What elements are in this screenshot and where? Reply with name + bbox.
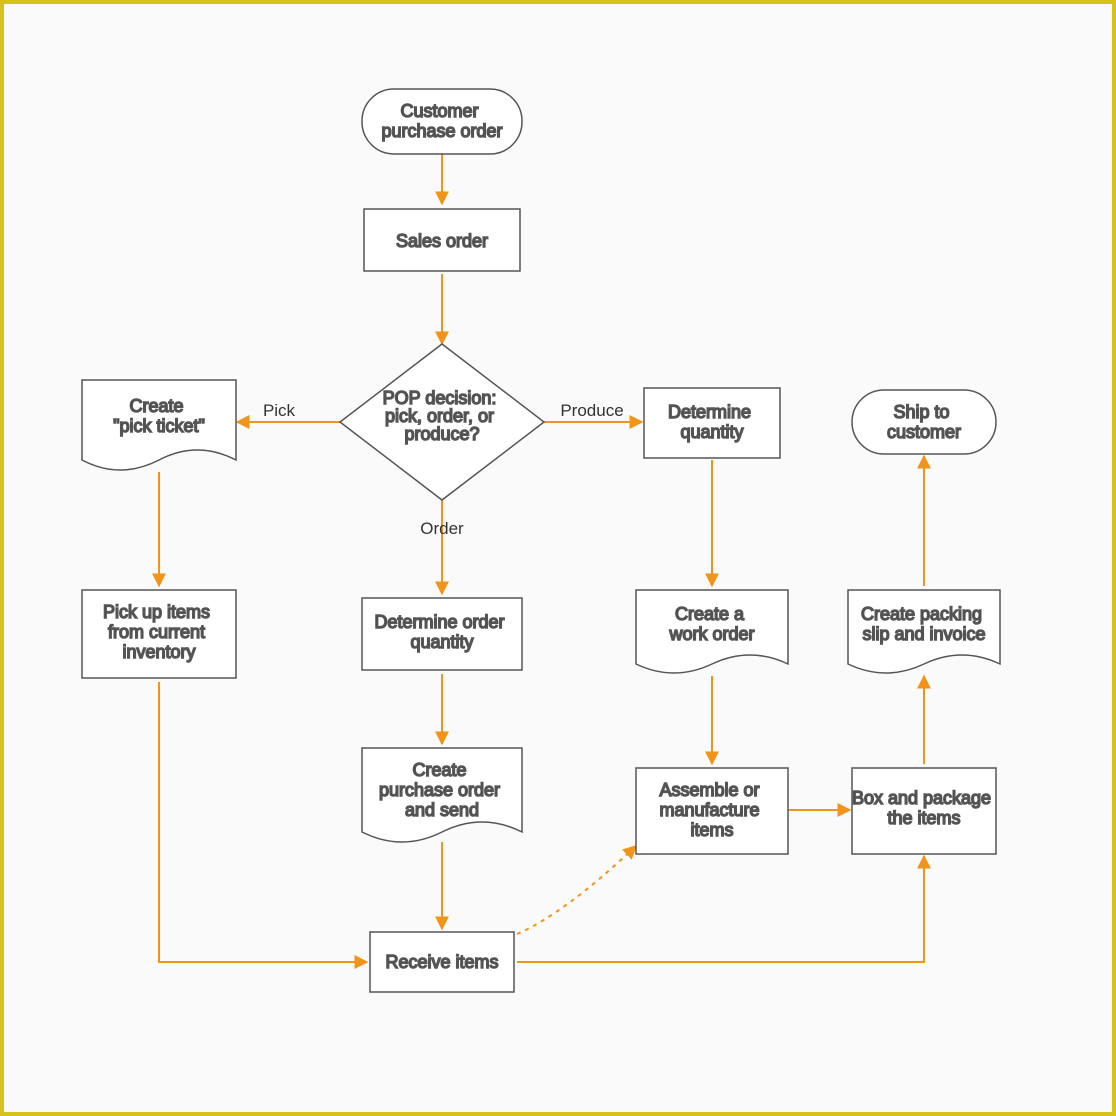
node-sales-order: Sales order <box>364 209 520 271</box>
node-box: Box and package the items <box>852 768 996 854</box>
node-ship: Ship to customer <box>852 390 996 454</box>
svg-text:Determine quantity: Determine quantity <box>668 402 756 442</box>
diagram-frame: Pick Order Produce Customer purchase ord… <box>0 0 1116 1116</box>
edge-label-pick: Pick <box>263 401 296 420</box>
flowchart-svg: Pick Order Produce Customer purchase ord… <box>4 4 1112 1112</box>
edge-receive-to-assemble-dotted <box>517 846 636 934</box>
svg-text:Sales order: Sales order <box>396 231 488 251</box>
node-det-order-qty: Determine order quantity <box>362 598 522 670</box>
edge-label-produce: Produce <box>560 401 623 420</box>
svg-text:Receive items: Receive items <box>385 952 498 972</box>
node-create-pick: Create "pick ticket" <box>82 380 236 470</box>
svg-text:Create packing slip an: Create packing slip and invoice <box>861 604 987 644</box>
edge-receive-to-box <box>517 856 924 962</box>
node-assemble: Assemble or manufacture items <box>636 768 788 854</box>
edge-label-order: Order <box>420 519 464 538</box>
node-det-qty: Determine quantity <box>644 388 780 458</box>
svg-text:Create a work order: Create a work order <box>668 604 754 644</box>
svg-text:Ship to customer: Ship to customer <box>887 402 961 442</box>
node-packing-slip: Create packing slip and invoice <box>848 590 1000 673</box>
node-work-order: Create a work order <box>636 590 788 673</box>
node-start: Customer purchase order <box>362 89 522 154</box>
edges <box>159 154 924 962</box>
nodes: Customer purchase order Sales order POP … <box>82 89 1000 992</box>
node-decision: POP decision: pick, order, or produce? <box>340 344 544 500</box>
node-pickup: Pick up items from current inventory <box>82 590 236 678</box>
node-receive: Receive items <box>370 932 514 992</box>
node-create-po: Create purchase order and send <box>362 748 522 842</box>
edge-pickup-to-receive <box>159 682 367 962</box>
